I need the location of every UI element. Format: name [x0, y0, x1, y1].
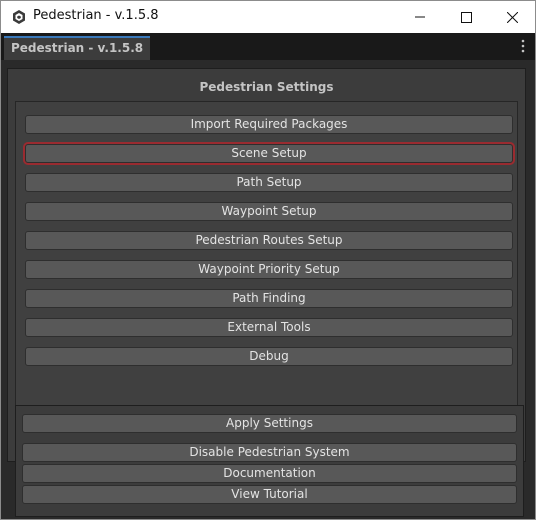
title-bar[interactable]: Pedestrian - v.1.5.8 [1, 1, 535, 33]
external-tools-button[interactable]: External Tools [25, 318, 513, 337]
unity-cube-icon [13, 10, 25, 24]
settings-panel: Pedestrian Settings Import Required Pack… [1, 60, 535, 519]
path-setup-button[interactable]: Path Setup [25, 173, 513, 192]
waypoint-priority-setup-button[interactable]: Waypoint Priority Setup [25, 260, 513, 279]
waypoint-setup-button[interactable]: Waypoint Setup [25, 202, 513, 221]
pedestrian-routes-setup-button[interactable]: Pedestrian Routes Setup [25, 231, 513, 250]
maximize-button[interactable] [443, 1, 489, 33]
close-icon [506, 11, 518, 23]
editor-tab-strip: Pedestrian - v.1.5.8 [1, 33, 535, 60]
kebab-menu-icon[interactable] [519, 39, 527, 53]
documentation-button[interactable]: Documentation [22, 464, 517, 483]
settings-title: Pedestrian Settings [199, 80, 334, 94]
scene-setup-button[interactable]: Scene Setup [25, 144, 513, 163]
import-required-packages-button[interactable]: Import Required Packages [25, 115, 513, 134]
close-button[interactable] [489, 1, 535, 33]
app-window: Pedestrian - v.1.5.8 Pedestrian - v.1.5.… [0, 0, 536, 520]
maximize-icon [460, 11, 472, 23]
debug-button[interactable]: Debug [25, 347, 513, 366]
path-finding-button[interactable]: Path Finding [25, 289, 513, 308]
window-title: Pedestrian - v.1.5.8 [33, 8, 159, 23]
settings-box: Pedestrian Settings Import Required Pack… [7, 68, 526, 462]
minimize-icon [415, 16, 425, 18]
minimize-button[interactable] [397, 1, 443, 33]
view-tutorial-button[interactable]: View Tutorial [22, 485, 517, 504]
disable-pedestrian-system-button[interactable]: Disable Pedestrian System [22, 443, 517, 462]
editor-tab[interactable]: Pedestrian - v.1.5.8 [4, 36, 151, 60]
apply-settings-button[interactable]: Apply Settings [22, 414, 517, 433]
